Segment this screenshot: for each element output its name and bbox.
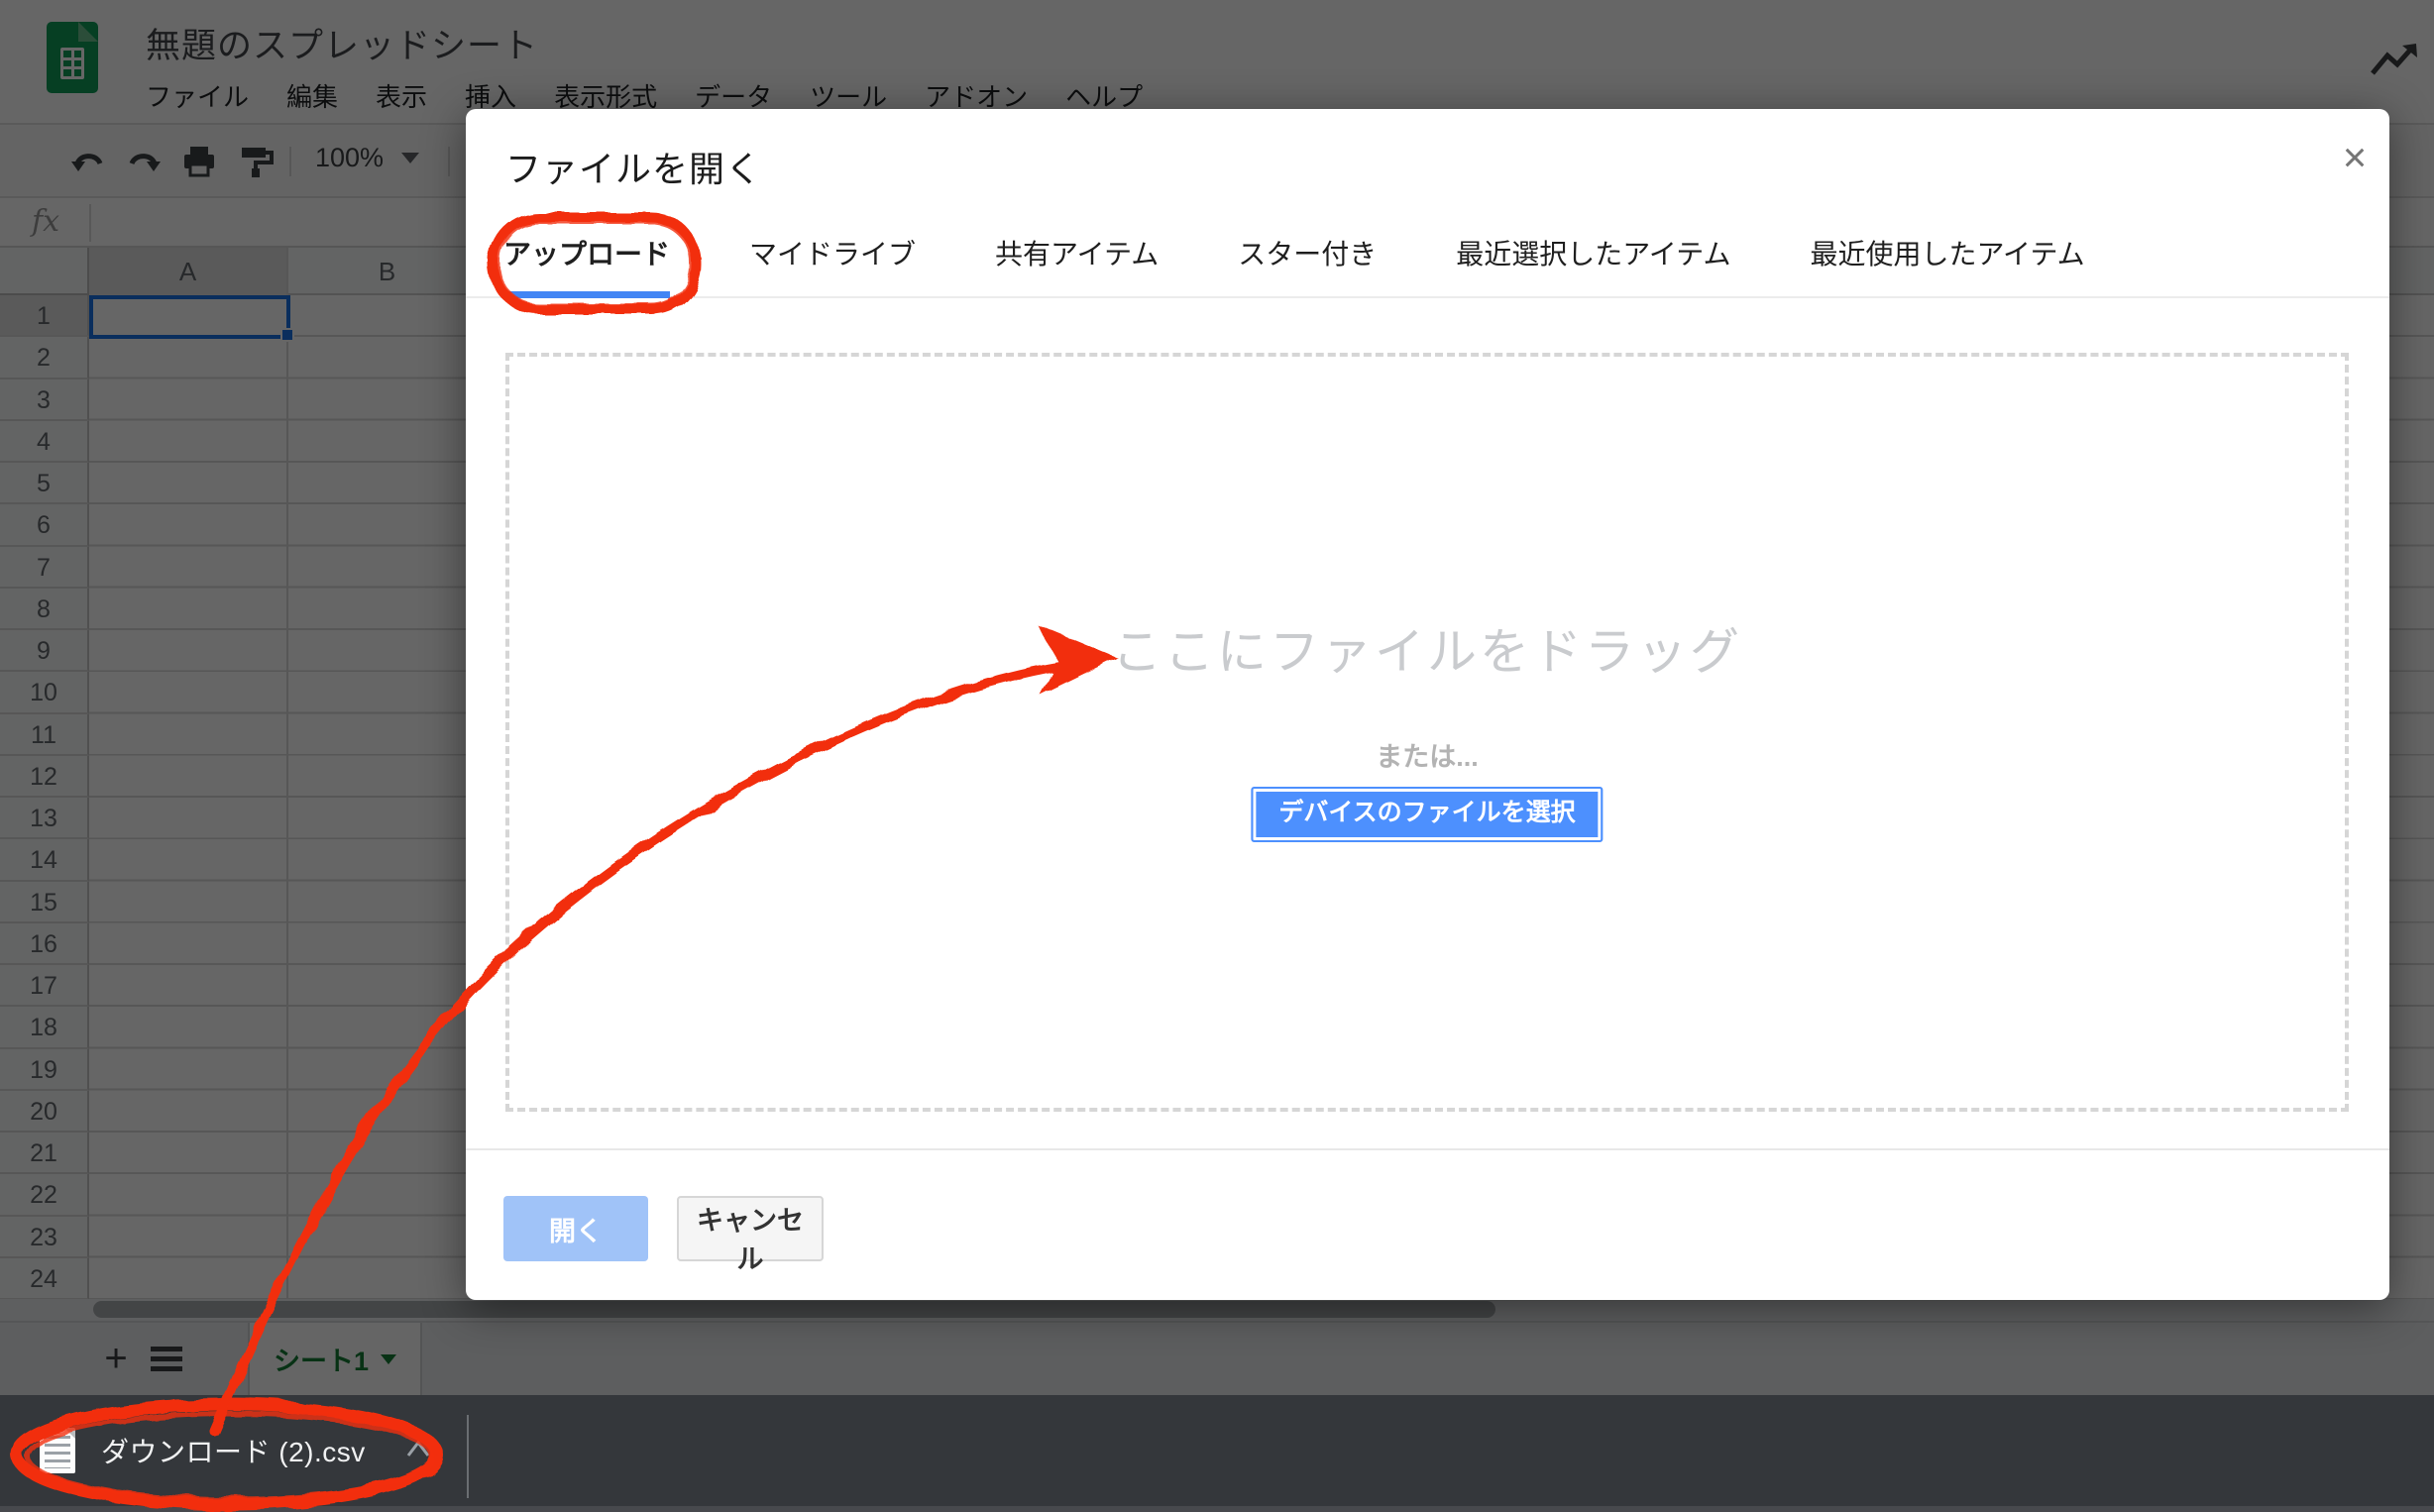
download-bar-divider bbox=[467, 1415, 469, 1498]
browser-download-bar: ダウンロード (2).csv bbox=[0, 1395, 2434, 1512]
csv-file-icon bbox=[40, 1428, 75, 1473]
close-icon[interactable]: × bbox=[2333, 137, 2377, 180]
dialog-tab[interactable]: 共有アイテム bbox=[995, 233, 1159, 296]
google-sheets-window: 無題のスプレッドシート ファイル編集表示挿入表示形式データツールアドオンヘルプ bbox=[0, 0, 2434, 1512]
downloaded-file-item[interactable]: ダウンロード (2).csv bbox=[40, 1395, 433, 1506]
dialog-tab-bar: アップロード マイドライブ 共有アイテム スター付き 最近選択したアイテム 最近使用したア… bbox=[466, 233, 2389, 298]
dialog-tab[interactable]: スター付き bbox=[1238, 233, 1377, 296]
downloaded-file-name: ダウンロード (2).csv bbox=[101, 1431, 366, 1470]
or-text: または... bbox=[509, 735, 2345, 774]
file-dropzone[interactable]: ここにファイルをドラッグ または... デバイスのファイルを選択 bbox=[505, 353, 2349, 1112]
drag-here-text: ここにファイルをドラッグ bbox=[509, 612, 2345, 684]
dialog-title: ファイルを開く bbox=[505, 141, 762, 192]
dialog-tab[interactable]: 最近使用したアイテム bbox=[1810, 233, 2084, 296]
open-file-dialog: ファイルを開く × アップロード マイドライブ 共有アイテム スター付き 最近選択したア… bbox=[466, 109, 2389, 1300]
dialog-tab[interactable]: 最近選択したアイテム bbox=[1456, 233, 1730, 296]
select-device-file-button[interactable]: デバイスのファイルを選択 bbox=[1251, 787, 1603, 842]
cancel-button[interactable]: キャンセル bbox=[677, 1196, 824, 1261]
footer-divider bbox=[466, 1148, 2389, 1150]
dialog-tab[interactable]: マイドライブ bbox=[749, 233, 916, 296]
dialog-tab[interactable]: アップロード bbox=[503, 233, 670, 298]
open-button[interactable]: 開く bbox=[503, 1196, 648, 1261]
download-item-chevron-icon[interactable] bbox=[403, 1437, 433, 1465]
